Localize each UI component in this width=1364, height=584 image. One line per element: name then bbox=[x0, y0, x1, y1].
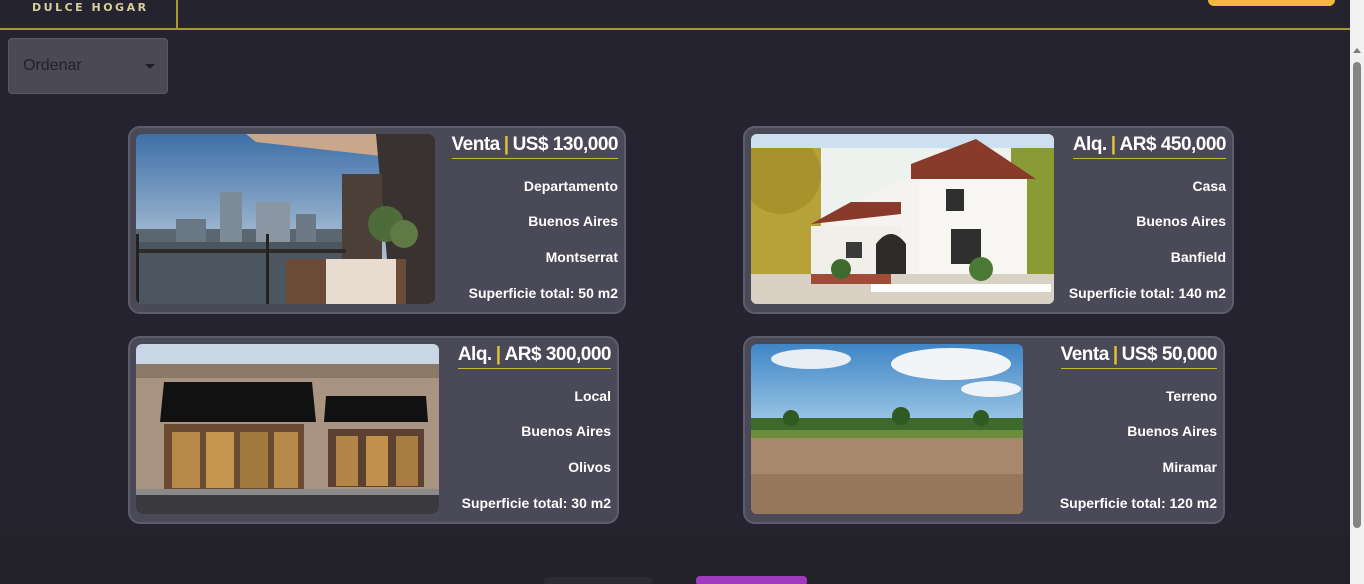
scroll-up-icon[interactable] bbox=[1353, 48, 1361, 53]
property-neighborhood: Olivos bbox=[568, 459, 611, 475]
property-surface: Superficie total: 30 m2 bbox=[461, 495, 611, 511]
price-value: AR$ 300,000 bbox=[504, 344, 612, 365]
property-info: Venta | US$ 50,000 Terreno Buenos Aires Mi… bbox=[1045, 344, 1218, 514]
property-card[interactable]: Venta | US$ 130,000 Departamento Buenos Ai… bbox=[128, 126, 626, 314]
footer bbox=[0, 536, 1350, 584]
price-separator: | bbox=[503, 134, 509, 155]
property-surface: Superficie total: 120 m2 bbox=[1059, 495, 1217, 511]
property-price: Venta | US$ 50,000 bbox=[1060, 344, 1218, 369]
price-separator: | bbox=[1110, 134, 1116, 155]
pagination-button[interactable] bbox=[544, 577, 652, 584]
price-value: AR$ 450,000 bbox=[1119, 134, 1227, 155]
sort-select-label: Ordenar bbox=[23, 57, 82, 74]
property-price: Venta | US$ 130,000 bbox=[451, 134, 619, 159]
property-price: Alq. | AR$ 450,000 bbox=[1072, 134, 1227, 159]
scroll-thumb[interactable] bbox=[1353, 62, 1361, 528]
operation-label: Alq. bbox=[1072, 134, 1107, 155]
property-photo bbox=[136, 344, 439, 514]
operation-label: Venta bbox=[451, 134, 501, 155]
property-surface: Superficie total: 50 m2 bbox=[468, 285, 618, 301]
property-card[interactable]: Alq. | AR$ 300,000 Local Buenos Aires Oliv… bbox=[128, 336, 619, 524]
price-value: US$ 50,000 bbox=[1121, 344, 1218, 365]
property-card[interactable]: Venta | US$ 50,000 Terreno Buenos Aires Mi… bbox=[743, 336, 1225, 524]
property-photo bbox=[136, 134, 435, 304]
property-photo bbox=[751, 344, 1023, 514]
property-info: Alq. | AR$ 300,000 Local Buenos Aires Oliv… bbox=[448, 344, 612, 514]
property-city: Buenos Aires bbox=[1136, 213, 1226, 229]
property-info: Venta | US$ 130,000 Departamento Buenos Ai… bbox=[450, 134, 619, 304]
property-price: Alq. | AR$ 300,000 bbox=[457, 344, 612, 369]
price-value: US$ 130,000 bbox=[512, 134, 619, 155]
property-neighborhood: Miramar bbox=[1162, 459, 1217, 475]
property-type: Departamento bbox=[523, 178, 618, 194]
site-header: DULCE HOGAR bbox=[0, 0, 1350, 30]
property-city: Buenos Aires bbox=[1127, 423, 1217, 439]
property-city: Buenos Aires bbox=[528, 213, 618, 229]
price-separator: | bbox=[1112, 344, 1118, 365]
property-neighborhood: Montserrat bbox=[545, 249, 618, 265]
property-card[interactable]: Alq. | AR$ 450,000 Casa Buenos Aires Banfi… bbox=[743, 126, 1234, 314]
property-neighborhood: Banfield bbox=[1170, 249, 1226, 265]
operation-label: Venta bbox=[1060, 344, 1110, 365]
property-type: Terreno bbox=[1165, 388, 1217, 404]
brand-logo[interactable]: DULCE HOGAR bbox=[32, 1, 149, 14]
property-type: Casa bbox=[1192, 178, 1226, 194]
sort-select[interactable]: Ordenar bbox=[8, 38, 168, 94]
price-separator: | bbox=[495, 344, 501, 365]
property-photo bbox=[751, 134, 1054, 304]
property-city: Buenos Aires bbox=[521, 423, 611, 439]
header-action-button[interactable] bbox=[1208, 0, 1335, 6]
header-divider bbox=[176, 0, 178, 28]
property-info: Alq. | AR$ 450,000 Casa Buenos Aires Banfi… bbox=[1063, 134, 1227, 304]
pagination-button-active[interactable] bbox=[696, 576, 807, 584]
property-type: Local bbox=[574, 388, 611, 404]
property-surface: Superficie total: 140 m2 bbox=[1068, 285, 1226, 301]
page-scrollbar[interactable] bbox=[1350, 0, 1364, 584]
chevron-down-icon bbox=[145, 64, 155, 69]
operation-label: Alq. bbox=[457, 344, 492, 365]
